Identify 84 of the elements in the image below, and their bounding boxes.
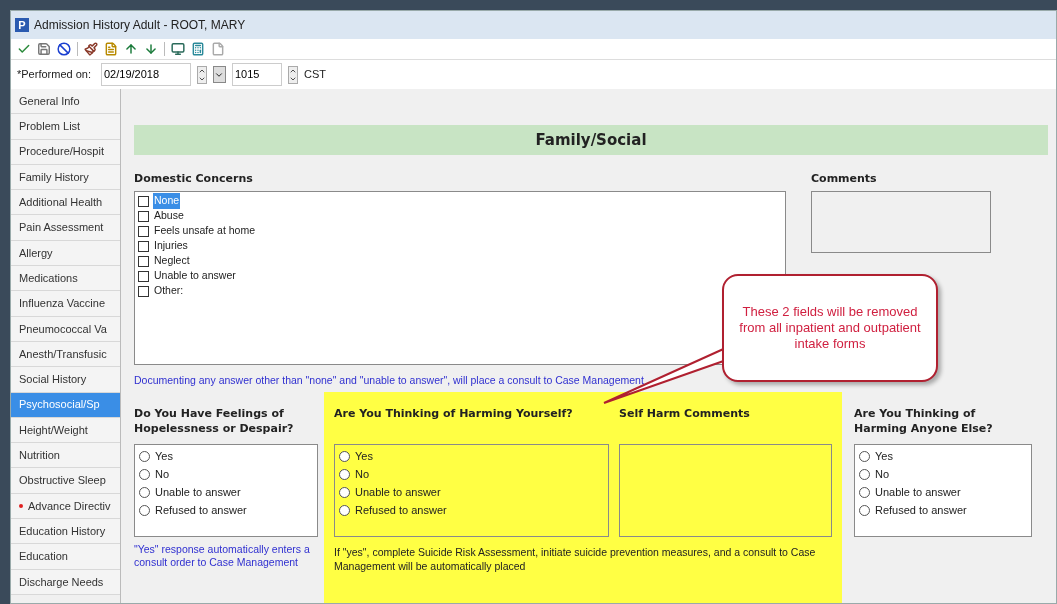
date-field[interactable]: 02/19/2018 (101, 63, 191, 86)
monitor-icon[interactable] (171, 42, 185, 56)
consult-note: Documenting any answer other than "none" and "unable to answer", will place a consult to Case Management (134, 372, 645, 388)
radio-label: No (355, 467, 370, 482)
sidebar-item[interactable]: Obstructive Sleep (11, 468, 120, 494)
checkbox-label: Injuries (153, 238, 189, 254)
dropdown-button[interactable] (213, 66, 226, 83)
radio-button[interactable] (339, 468, 350, 480)
radio-label: Unable to answer (155, 485, 241, 500)
checkbox-label: None (153, 193, 181, 209)
comments-field[interactable] (811, 190, 991, 253)
field-label: Comments (811, 171, 878, 187)
radio-button[interactable] (859, 450, 870, 462)
sidebar-item[interactable]: Education History (11, 519, 120, 545)
sidebar-item[interactable]: Family History (11, 164, 120, 191)
checkbox[interactable] (138, 210, 149, 222)
radio-label: Yes (875, 449, 893, 464)
brush-icon[interactable] (84, 42, 98, 56)
sidebar-item[interactable]: Allergy (11, 240, 120, 267)
no-sign-icon[interactable] (57, 42, 71, 56)
comments-field[interactable] (619, 444, 832, 538)
check-icon[interactable] (17, 42, 31, 56)
radio-label: Refused to answer (355, 503, 447, 518)
sidebar-item[interactable]: Social History (11, 367, 120, 393)
sidebar-item[interactable]: Education (11, 544, 120, 570)
checkbox-label: Abuse (153, 208, 185, 224)
sidebar-item[interactable]: Additional Health (11, 190, 120, 216)
checkbox[interactable] (138, 225, 149, 237)
radio-button[interactable] (139, 486, 150, 498)
question-label: Do You Have Feelings of Hopelessness or Despair? (134, 406, 295, 438)
radio-label: Unable to answer (355, 485, 441, 500)
performed-label: *Performed on: (17, 67, 91, 83)
radio-label: No (155, 467, 170, 482)
sidebar-item[interactable]: Anesth/Transfusic (11, 341, 120, 368)
radio-label: Refused to answer (155, 503, 247, 518)
radio-label: Yes (355, 449, 373, 464)
radio-button[interactable] (339, 504, 350, 516)
radio-button[interactable] (859, 504, 870, 516)
sidebar-item[interactable]: Procedure/Hospit (11, 139, 120, 165)
question-label: Are You Thinking of Harming Anyone Else? (854, 406, 994, 438)
radio-button[interactable] (339, 486, 350, 498)
sidebar-item[interactable]: Advance Directiv (11, 493, 120, 520)
sidebar-item[interactable]: Pain Assessment (11, 215, 120, 241)
radio-label: Yes (155, 449, 173, 464)
radio-button[interactable] (139, 468, 150, 480)
radio-button[interactable] (859, 468, 870, 480)
consult-note: "Yes" response automatically enters a consult order to Case Management (134, 543, 311, 570)
checkbox[interactable] (138, 240, 149, 252)
radio-button[interactable] (139, 450, 150, 462)
radio-label: Refused to answer (875, 503, 967, 518)
checkbox-label: Other: (153, 283, 185, 299)
checkbox-label: Neglect (153, 253, 191, 269)
field-label: Domestic Concerns (134, 171, 254, 187)
checkbox[interactable] (138, 285, 149, 297)
radio-button[interactable] (859, 486, 870, 498)
checkbox-label: Feels unsafe at home (153, 223, 256, 239)
question-label: Self Harm Comments (619, 406, 751, 423)
checkbox-label: Unable to answer (153, 268, 237, 284)
checkbox[interactable] (138, 255, 149, 267)
checkbox[interactable] (138, 270, 149, 282)
sidebar-item[interactable]: Discharge Needs (11, 569, 120, 595)
app-icon: P (15, 18, 29, 32)
sidebar-item[interactable]: General Info (11, 89, 120, 115)
save-icon[interactable] (37, 42, 51, 56)
question-label: Are You Thinking of Harming Yourself? (334, 406, 574, 423)
sidebar-item[interactable]: Pneumococcal Va (11, 316, 120, 342)
sidebar-item[interactable]: Nutrition (11, 443, 120, 469)
radio-label: No (875, 467, 890, 482)
checkbox[interactable] (138, 195, 149, 207)
callout-bubble: These 2 fields will be removed from all inpatient and outpatient intake forms (722, 274, 938, 382)
radio-label: Unable to answer (875, 485, 961, 500)
calculator-icon[interactable] (191, 42, 205, 56)
sidebar-item[interactable]: Problem List (11, 114, 120, 140)
radio-button[interactable] (139, 504, 150, 516)
section-header: Family/Social (134, 125, 1048, 155)
sidebar-item[interactable]: Medications (11, 266, 120, 292)
document-icon[interactable] (104, 42, 118, 56)
time-zone: CST (304, 67, 326, 83)
radio-button[interactable] (339, 450, 350, 462)
instruction-note: If "yes", complete Suicide Risk Assessment, initiate suicide prevention measures, and a consult to Case Management will be automatically placed (334, 545, 817, 574)
window-title: Admission History Adult - ROOT, MARY (34, 17, 246, 34)
sidebar-item[interactable]: Height/Weight (11, 417, 120, 444)
sidebar-item[interactable]: Influenza Vaccine (11, 291, 120, 317)
time-field[interactable]: 1015 (232, 63, 282, 86)
